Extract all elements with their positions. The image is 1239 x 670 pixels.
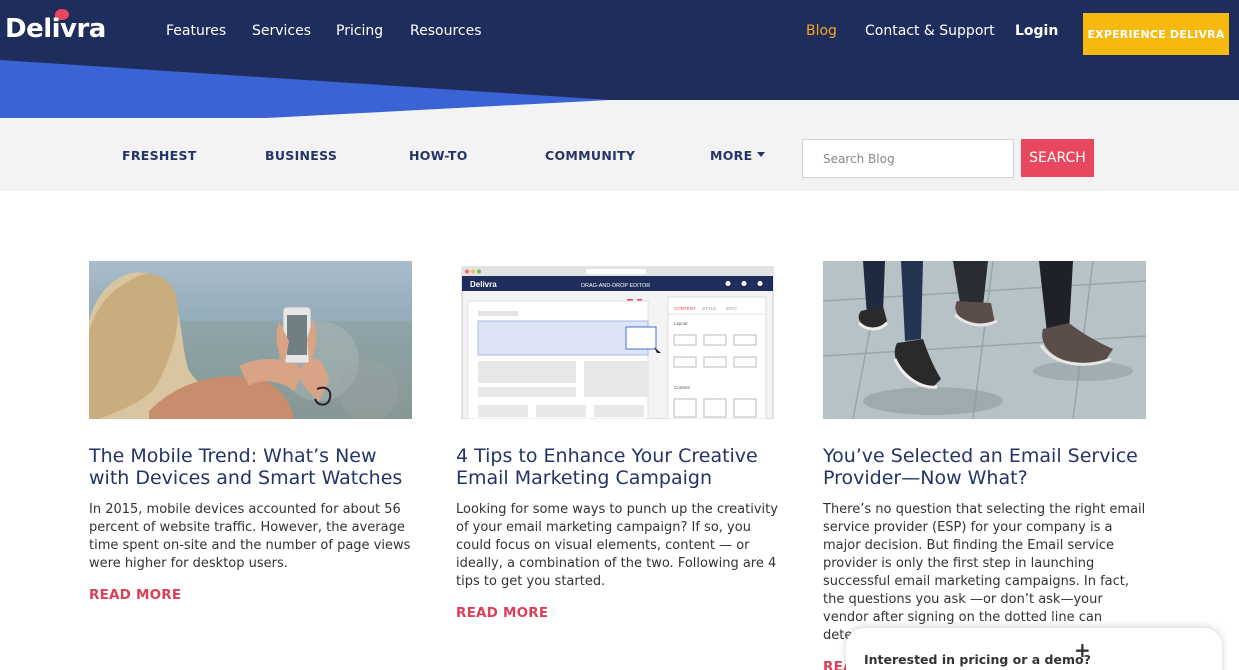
post-thumbnail-drag-drop-editor[interactable]: Delivra DRAG-AND-DROP EDITOR CONTENT STY… [456,261,779,419]
category-community[interactable]: COMMUNITY [545,148,635,163]
thumb-layout-label: Layout [674,321,688,326]
thumb-tab-style: STYLE [702,306,716,311]
read-more-link[interactable]: READ MORE [89,587,181,603]
chat-prompt-text: Interested in pricing or a demo? [864,652,1091,667]
post-title[interactable]: The Mobile Trend: What’s New with Device… [89,445,419,489]
post-card-3: You’ve Selected an Email Service Provide… [823,261,1153,670]
post-excerpt: There’s no question that selecting the r… [823,502,1146,643]
plus-icon[interactable]: + [1074,638,1091,662]
search-blog-input[interactable] [802,139,1014,178]
post-thumbnail-walking-sneakers[interactable] [823,261,1146,419]
category-business[interactable]: BUSINESS [265,148,337,163]
thumb-editor-title: DRAG-AND-DROP EDITOR [581,283,650,289]
nav-services[interactable]: Services [252,23,311,39]
nav-contact-support[interactable]: Contact & Support [865,23,995,39]
post-thumbnail-woman-smartphone[interactable] [89,261,412,419]
thumb-content-label: Content [674,385,691,390]
category-more-dropdown[interactable]: MORE [710,148,766,163]
nav-features[interactable]: Features [166,23,226,39]
header-background [0,0,1239,135]
nav-login[interactable]: Login [1015,23,1058,39]
experience-delivra-button[interactable]: EXPERIENCE DELIVRA [1083,13,1229,55]
post-title[interactable]: You’ve Selected an Email Service Provide… [823,445,1153,489]
thumb-brand: Delivra [470,280,497,289]
post-card-1: The Mobile Trend: What’s New with Device… [89,261,419,604]
post-card-2: Delivra DRAG-AND-DROP EDITOR CONTENT STY… [456,261,786,622]
nav-blog[interactable]: Blog [806,23,837,39]
search-button[interactable]: SEARCH [1021,139,1094,177]
nav-resources[interactable]: Resources [410,23,482,39]
thumb-tab-info: INFO [726,306,737,311]
site-header: Delivra Features Services Pricing Resour… [0,0,1239,135]
category-freshest[interactable]: FRESHEST [122,148,197,163]
post-title[interactable]: 4 Tips to Enhance Your Creative Email Ma… [456,445,786,489]
post-excerpt: In 2015, mobile devices accounted for ab… [89,502,411,571]
category-how-to[interactable]: HOW-TO [409,148,468,163]
thumb-tab-content: CONTENT [674,306,696,311]
more-label: MORE [710,148,753,163]
caret-down-icon [757,152,766,157]
chat-widget[interactable]: Interested in pricing or a demo? + [846,628,1222,670]
delivra-logo[interactable]: Delivra [5,14,106,44]
nav-pricing[interactable]: Pricing [336,23,383,39]
read-more-link[interactable]: READ MORE [456,605,548,621]
post-excerpt: Looking for some ways to punch up the cr… [456,502,778,589]
